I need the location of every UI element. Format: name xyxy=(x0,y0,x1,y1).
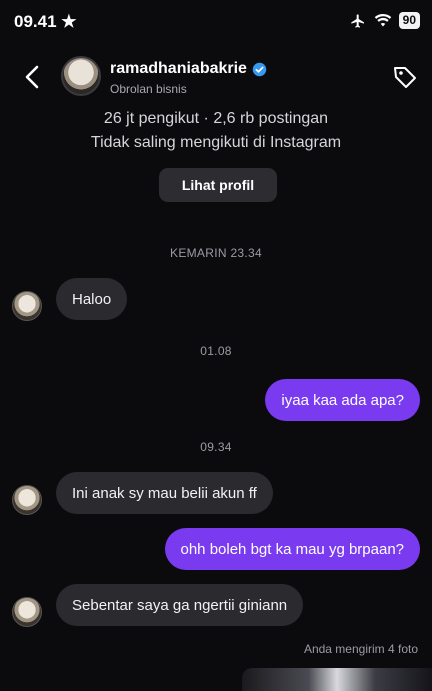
wifi-icon xyxy=(374,13,391,27)
status-bar: 09.41 ★ 90 xyxy=(0,0,432,44)
chat-header: ramadhaniabakrie Obrolan bisnis xyxy=(0,52,432,104)
status-time: 09.41 ★ xyxy=(14,12,77,32)
follow-status: Tidak saling mengikuti di Instagram xyxy=(90,134,342,151)
profile-stats: 26 jt pengikut · 2,6 rb postingan xyxy=(103,110,329,127)
sent-photo-preview[interactable] xyxy=(242,668,432,691)
incoming-message[interactable]: Ini anak sy mau belii akun ff xyxy=(56,472,273,514)
verified-icon xyxy=(252,62,267,76)
chat-subtitle: Obrolan bisnis xyxy=(110,82,187,96)
profile-avatar[interactable] xyxy=(61,56,101,96)
tag-icon[interactable] xyxy=(392,64,418,90)
star-icon: ★ xyxy=(61,12,77,31)
back-icon[interactable] xyxy=(22,64,44,90)
sender-avatar[interactable] xyxy=(12,485,42,515)
outgoing-message[interactable]: ohh boleh bgt ka mau yg brpaan? xyxy=(164,528,420,570)
outgoing-message[interactable]: iyaa kaa ada apa? xyxy=(265,379,420,421)
view-profile-button[interactable]: Lihat profil xyxy=(159,168,277,202)
incoming-message[interactable]: Sebentar saya ga ngertii giniann xyxy=(56,584,304,626)
timestamp: 01.08 xyxy=(200,344,232,358)
sender-avatar[interactable] xyxy=(12,597,42,627)
sender-avatar[interactable] xyxy=(12,291,42,321)
status-time-text: 09.41 xyxy=(14,12,57,31)
username-row[interactable]: ramadhaniabakrie xyxy=(110,60,267,78)
status-icons: 90 xyxy=(349,12,420,29)
sent-photos-note: Anda mengirim 4 foto xyxy=(303,642,418,656)
airplane-icon xyxy=(350,13,364,28)
incoming-message[interactable]: Haloo xyxy=(56,278,128,320)
username[interactable]: ramadhaniabakrie xyxy=(110,60,247,78)
timestamp: KEMARIN 23.34 xyxy=(170,246,262,260)
timestamp: 09.34 xyxy=(200,440,232,454)
battery-icon: 90 xyxy=(398,12,420,29)
